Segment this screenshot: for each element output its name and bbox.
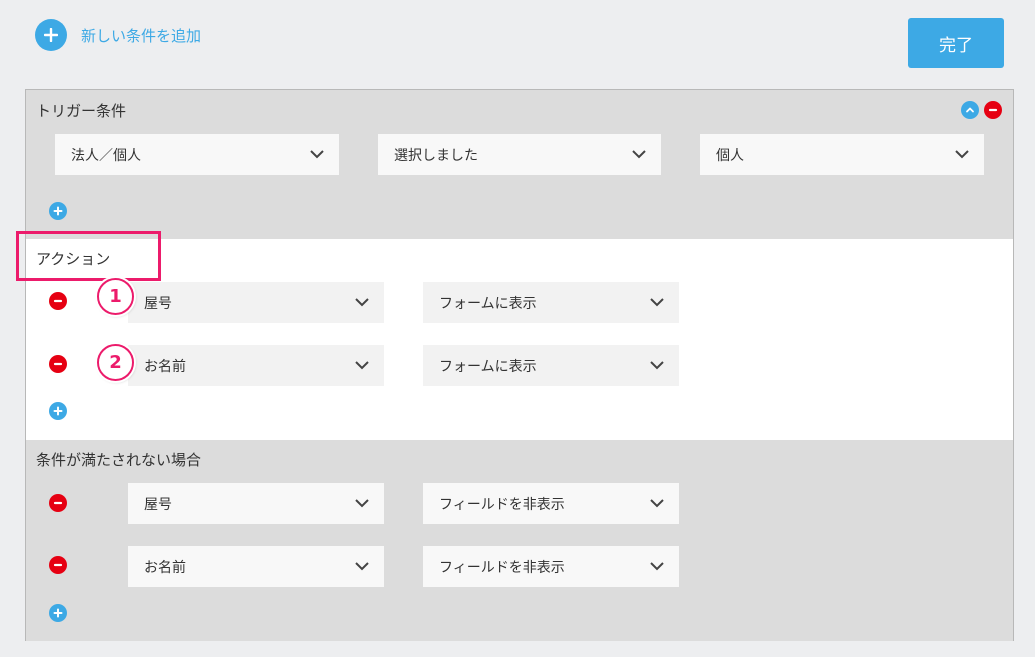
add-condition-label: 新しい条件を追加 [81,26,202,45]
chevron-down-icon [355,298,369,307]
plus-icon [53,406,63,416]
plus-icon [35,19,67,51]
else-field-value: 屋号 [144,496,172,513]
chevron-down-icon [355,499,369,508]
chevron-down-icon [955,150,969,159]
else-field-select[interactable]: 屋号 [128,483,384,524]
chevron-up-icon [966,107,974,113]
chevron-down-icon [650,499,664,508]
trigger-value-select[interactable]: 個人 [700,134,984,175]
add-action-row-button[interactable] [49,402,67,420]
minus-icon [53,563,63,567]
number-badge: 2 [97,344,134,381]
add-else-row-button[interactable] [49,604,67,622]
chevron-down-icon [310,150,324,159]
remove-action-row-button[interactable] [49,355,67,373]
number-badge: 1 [97,278,134,315]
condition-panel: トリガー条件 法人／個人 選択しました 個人 アクション 屋号 フォームに表示 … [25,89,1014,641]
action-field-select[interactable]: 屋号 [128,282,384,323]
remove-condition-button[interactable] [984,101,1002,119]
trigger-operator-select[interactable]: 選択しました [378,134,661,175]
plus-icon [53,608,63,618]
chevron-down-icon [632,150,646,159]
else-title: 条件が満たされない場合 [36,451,202,469]
collapse-button[interactable] [961,101,979,119]
action-field-value: お名前 [144,358,186,375]
trigger-field-select[interactable]: 法人／個人 [55,134,339,175]
minus-icon [988,108,998,112]
action-highlight-box [16,231,161,281]
else-operation-select[interactable]: フィールドを非表示 [423,483,679,524]
action-field-select[interactable]: お名前 [128,345,384,386]
chevron-down-icon [355,562,369,571]
trigger-operator-value: 選択しました [394,147,478,164]
else-operation-value: フィールドを非表示 [439,559,565,576]
else-operation-value: フィールドを非表示 [439,496,565,513]
plus-icon [53,206,63,216]
else-field-value: お名前 [144,559,186,576]
trigger-field-value: 法人／個人 [71,147,141,164]
done-button[interactable]: 完了 [908,18,1004,68]
remove-else-row-button[interactable] [49,556,67,574]
trigger-section: トリガー条件 法人／個人 選択しました 個人 [26,90,1013,239]
remove-else-row-button[interactable] [49,494,67,512]
chevron-down-icon [650,562,664,571]
else-section: 条件が満たされない場合 屋号 フィールドを非表示 お名前 フィールドを非表示 [26,440,1013,641]
remove-action-row-button[interactable] [49,292,67,310]
chevron-down-icon [650,298,664,307]
action-section: アクション 屋号 フォームに表示 お名前 フォームに表示 [26,239,1013,440]
else-field-select[interactable]: お名前 [128,546,384,587]
minus-icon [53,501,63,505]
minus-icon [53,362,63,366]
trigger-title: トリガー条件 [36,102,127,120]
add-condition-button[interactable]: 新しい条件を追加 [35,19,201,51]
trigger-value-value: 個人 [716,147,744,164]
action-operation-select[interactable]: フォームに表示 [423,282,679,323]
minus-icon [53,299,63,303]
action-operation-select[interactable]: フォームに表示 [423,345,679,386]
chevron-down-icon [650,361,664,370]
action-field-value: 屋号 [144,295,172,312]
add-trigger-row-button[interactable] [49,202,67,220]
chevron-down-icon [355,361,369,370]
action-operation-value: フォームに表示 [439,295,537,312]
else-operation-select[interactable]: フィールドを非表示 [423,546,679,587]
action-operation-value: フォームに表示 [439,358,537,375]
